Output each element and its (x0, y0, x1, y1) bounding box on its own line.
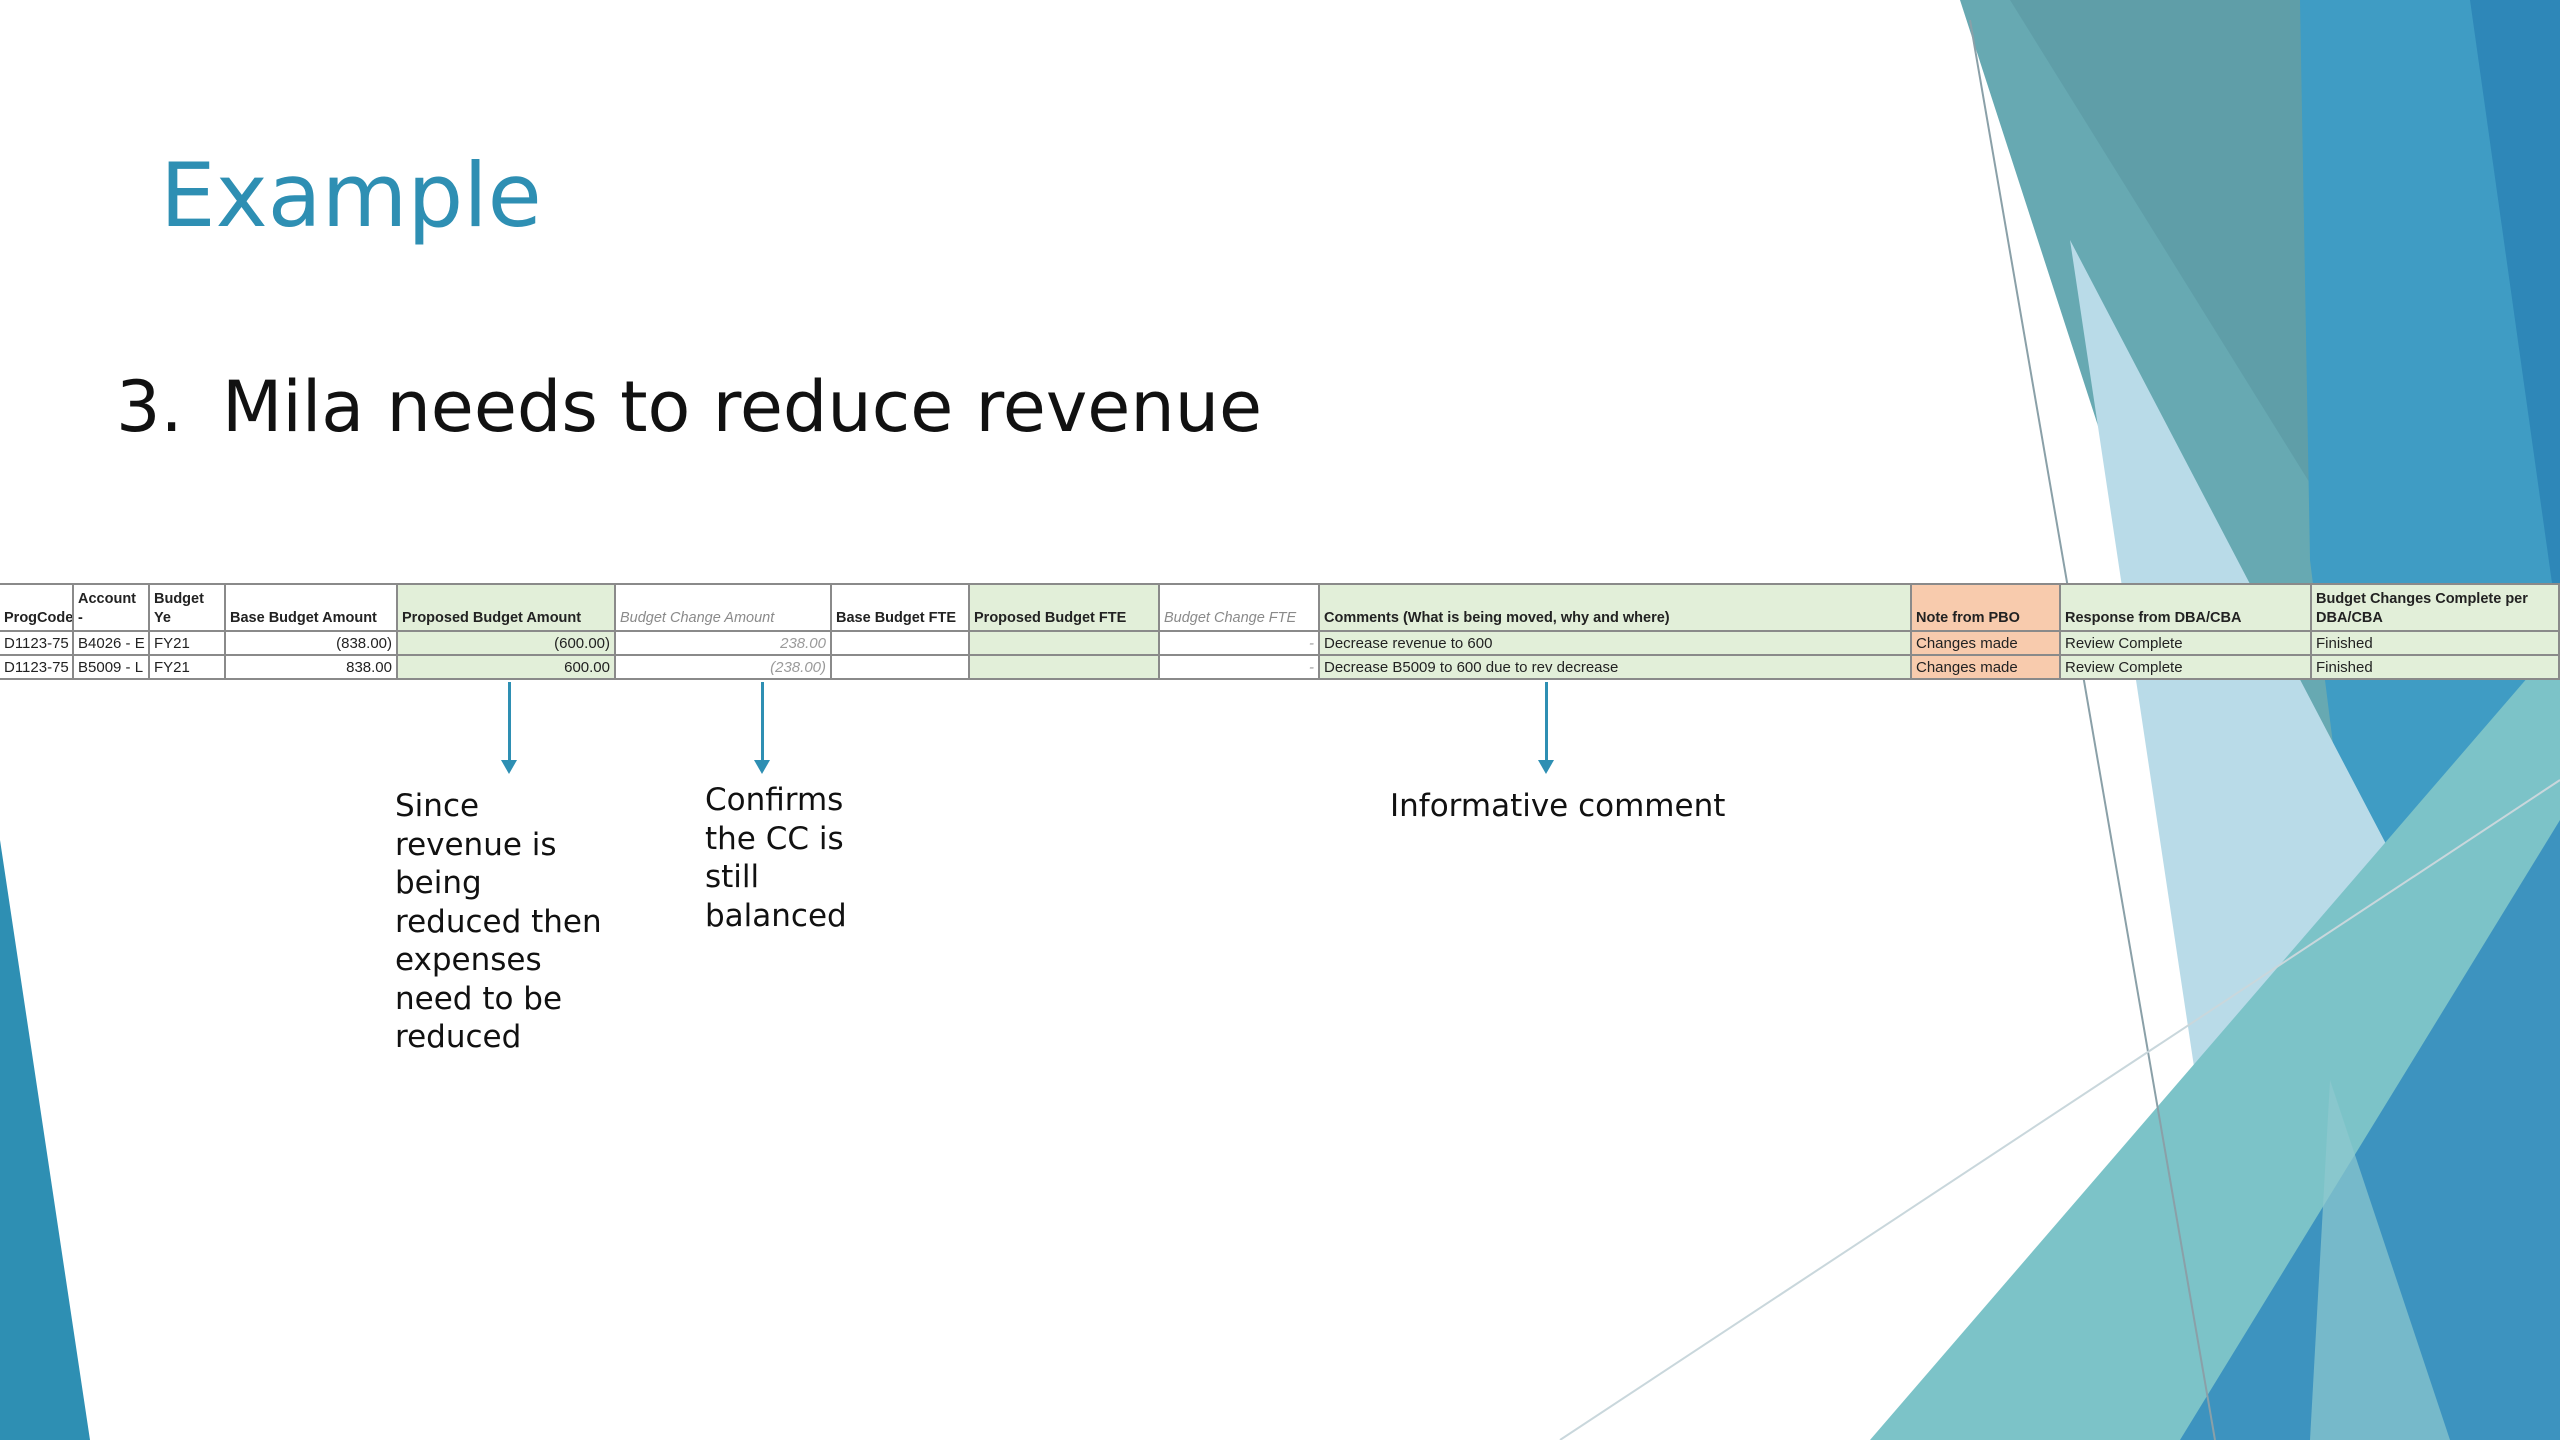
note-line: revenue is (395, 826, 557, 863)
note-line: being (395, 865, 482, 901)
cell-comments: Decrease revenue to 600 (1320, 632, 1912, 656)
header-base-budget-fte: Base Budget FTE (832, 583, 970, 632)
note-line: Confirms (705, 782, 844, 818)
cell-progcode: D1123-75 (0, 632, 74, 656)
cell-account: B4026 - E (74, 632, 150, 656)
bullet-number: 3. (116, 366, 183, 448)
cell-proposed-budget-amount: (600.00) (398, 632, 616, 656)
cell-changes-complete: Finished (2312, 656, 2560, 680)
header-proposed-budget-fte: Proposed Budget FTE (970, 583, 1160, 632)
budget-spreadsheet: ProgCode Account - Budget Ye Base Budget… (0, 583, 2560, 680)
bullet-point: 3. Mila needs to reduce revenue (116, 365, 1262, 449)
cell-proposed-budget-fte (970, 632, 1160, 656)
arrowhead-comment-icon (1538, 760, 1554, 774)
callout-arrow-comment (1545, 682, 1548, 764)
cell-base-budget-fte (832, 656, 970, 680)
callout-arrow-revenue (508, 682, 511, 764)
note-line: still (705, 859, 760, 895)
header-row: ProgCode Account - Budget Ye Base Budget… (0, 583, 2560, 632)
header-note-from-pbo: Note from PBO (1912, 583, 2061, 632)
header-account: Account - (74, 583, 150, 632)
cell-budget-year: FY21 (150, 656, 226, 680)
header-budget-year: Budget Ye (150, 583, 226, 632)
cell-changes-complete: Finished (2312, 632, 2560, 656)
cell-note-from-pbo: Changes made (1912, 656, 2061, 680)
callout-comment-note: Informative comment (1390, 788, 1726, 824)
header-response-from-dba: Response from DBA/CBA (2061, 583, 2312, 632)
cell-budget-change-fte: - (1160, 632, 1320, 656)
note-line: balanced (705, 897, 847, 934)
cell-proposed-budget-fte (970, 656, 1160, 680)
callout-balance-note: Confirms the CC is still balanced (705, 781, 847, 935)
header-progcode: ProgCode (0, 583, 74, 632)
callout-arrow-balance (761, 682, 764, 764)
cell-budget-change-amount: 238.00 (616, 632, 832, 656)
note-line: Since (395, 788, 480, 824)
cell-base-budget-amount: (838.00) (226, 632, 398, 656)
cell-account: B5009 - L (74, 656, 150, 680)
table-row: D1123-75 B5009 - L FY21 838.00 600.00 (2… (0, 656, 2560, 680)
header-budget-change-fte: Budget Change FTE (1160, 583, 1320, 632)
header-proposed-budget-amount: Proposed Budget Amount (398, 583, 616, 632)
table-row: D1123-75 B4026 - E FY21 (838.00) (600.00… (0, 632, 2560, 656)
cell-base-budget-fte (832, 632, 970, 656)
header-changes-complete: Budget Changes Complete per DBA/CBA (2312, 583, 2560, 632)
cell-response-from-dba: Review Complete (2061, 632, 2312, 656)
bullet-text: Mila needs to reduce revenue (222, 366, 1263, 448)
note-line: the CC is (705, 820, 844, 857)
callout-revenue-note: Since revenue is being reduced then expe… (395, 787, 602, 1057)
cell-progcode: D1123-75 (0, 656, 74, 680)
note-line: expenses (395, 942, 542, 978)
cell-budget-change-fte: - (1160, 656, 1320, 680)
cell-comments: Decrease B5009 to 600 due to rev decreas… (1320, 656, 1912, 680)
slide-title: Example (160, 144, 542, 247)
note-line: reduced (395, 1019, 522, 1055)
cell-budget-year: FY21 (150, 632, 226, 656)
cell-base-budget-amount: 838.00 (226, 656, 398, 680)
note-line: need to be (395, 980, 563, 1017)
header-base-budget-amount: Base Budget Amount (226, 583, 398, 632)
cell-note-from-pbo: Changes made (1912, 632, 2061, 656)
cell-response-from-dba: Review Complete (2061, 656, 2312, 680)
cell-proposed-budget-amount: 600.00 (398, 656, 616, 680)
arrowhead-balance-icon (754, 760, 770, 774)
header-budget-change-amount: Budget Change Amount (616, 583, 832, 632)
header-comments: Comments (What is being moved, why and w… (1320, 583, 1912, 632)
cell-budget-change-amount: (238.00) (616, 656, 832, 680)
left-blue-sliver (0, 840, 90, 1440)
note-line: reduced then (395, 903, 602, 940)
arrowhead-revenue-icon (501, 760, 517, 774)
